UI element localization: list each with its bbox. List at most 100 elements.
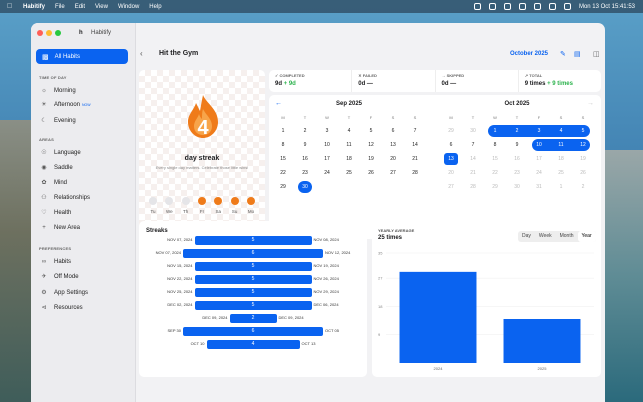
calendar-day[interactable]: 26 [575,168,591,179]
calendar-day[interactable]: 1 [487,126,503,137]
minimize-window-button[interactable] [46,30,52,36]
calendar-day[interactable]: 19 [363,154,379,165]
apple-icon[interactable]:  [7,3,17,10]
note-icon[interactable]: ▤ [574,50,581,58]
control-center-icon[interactable] [563,3,571,10]
month-selector[interactable]: October 2025 [510,51,548,57]
calendar-day[interactable]: 6 [385,126,401,137]
calendar-day[interactable]: 5 [363,126,379,137]
calendar-day[interactable]: 1 [275,126,291,137]
calendar-day[interactable]: 10 [319,140,335,151]
calendar-day[interactable]: 1 [553,182,569,193]
calendar-day[interactable]: 3 [531,126,547,137]
status-icon[interactable] [488,3,496,10]
calendar-day[interactable]: 14 [407,140,423,151]
sidebar-item-afternoon[interactable]: ☀ Afternoon NOW [37,98,127,111]
calendar-day[interactable]: 24 [319,168,335,179]
edit-pencil-icon[interactable]: ✎ [560,50,566,58]
sidebar-item-mind[interactable]: ✿ Mind [37,176,127,189]
wifi-icon[interactable] [533,3,541,10]
calendar-day[interactable]: 2 [297,126,313,137]
calendar-day[interactable]: 9 [509,140,525,151]
calendar-day[interactable]: 20 [443,168,459,179]
calendar-day[interactable]: 21 [407,154,423,165]
calendar-day[interactable]: 19 [575,154,591,165]
status-icon[interactable] [518,3,526,10]
calendar-day[interactable]: 15 [487,154,503,165]
calendar-day[interactable]: 8 [487,140,503,151]
calendar-day[interactable]: 22 [275,168,291,179]
calendar-day[interactable]: 16 [297,154,313,165]
sidebar-item-language[interactable]: ☉ Language [37,146,127,159]
calendar-day[interactable]: 11 [341,140,357,151]
status-icon[interactable] [473,3,481,10]
calendar-day[interactable]: 28 [407,168,423,179]
calendar-day[interactable]: 7 [407,126,423,137]
sidebar-item-all-habits[interactable]: ▩ All Habits [36,49,128,64]
calendar-day[interactable]: 17 [319,154,335,165]
sidebar-item-morning[interactable]: ☼ Morning [37,84,127,97]
menu-help[interactable]: Help [149,4,161,10]
sidebar-toggle-icon[interactable]: ◫ [593,50,600,58]
calendar-day[interactable]: 30 [297,182,313,193]
sidebar-item-evening[interactable]: ☾ Evening [37,114,127,127]
calendar-day[interactable]: 10 [531,140,547,151]
calendar-day[interactable]: 23 [297,168,313,179]
calendar-day[interactable]: 28 [465,182,481,193]
calendar-day[interactable]: 14 [465,154,481,165]
sidebar-item-habits[interactable]: ∞ Habits [37,255,127,268]
close-window-button[interactable] [37,30,43,36]
calendar-day[interactable]: 4 [553,126,569,137]
calendar-day[interactable]: 12 [575,140,591,151]
calendar-day[interactable]: 18 [553,154,569,165]
calendar-day[interactable]: 29 [487,182,503,193]
calendar-day[interactable]: 8 [275,140,291,151]
back-chevron-icon[interactable]: ‹ [140,49,143,58]
year-bar-2025[interactable] [503,319,581,363]
sidebar-item-relationships[interactable]: ⚇ Relationships [37,191,127,204]
calendar-day[interactable]: 24 [531,168,547,179]
menubar-clock[interactable]: Mon 13 Oct 15:41:53 [579,4,635,10]
calendar-day[interactable]: 27 [385,168,401,179]
calendar-day[interactable]: 31 [531,182,547,193]
sidebar-item-off-mode[interactable]: ✈ Off Mode [37,270,127,283]
calendar-day[interactable]: 22 [487,168,503,179]
calendar-day[interactable]: 20 [385,154,401,165]
calendar-day[interactable]: 18 [341,154,357,165]
sidebar-item-app-settings[interactable]: ⚙ App Settings [37,286,127,299]
calendar-day[interactable]: 16 [509,154,525,165]
status-icon[interactable] [503,3,511,10]
calendar-day[interactable]: 2 [509,126,525,137]
sidebar-item-saddle[interactable]: ◉ Saddle [37,161,127,174]
sidebar-item-health[interactable]: ♡ Health [37,206,127,219]
search-icon[interactable] [548,3,556,10]
sidebar-item-new-area[interactable]: + New Area [37,221,127,234]
calendar-day[interactable]: 30 [509,182,525,193]
calendar-day[interactable]: 15 [275,154,291,165]
calendar-day[interactable]: 25 [553,168,569,179]
calendar-day[interactable]: 11 [553,140,569,151]
calendar-day[interactable]: 3 [319,126,335,137]
calendar-day[interactable]: 25 [341,168,357,179]
calendar-day[interactable]: 29 [275,182,291,193]
calendar-day[interactable]: 26 [363,168,379,179]
calendar-day[interactable]: 30 [465,126,481,137]
menu-view[interactable]: View [95,4,108,10]
calendar-day[interactable]: 17 [531,154,547,165]
calendar-day[interactable]: 13 [385,140,401,151]
sidebar-item-resources[interactable]: ⊲ Resources [37,301,127,314]
calendar-day[interactable]: 6 [443,140,459,151]
menu-app-name[interactable]: Habitify [23,4,45,10]
calendar-day[interactable]: 13 [443,154,459,165]
menu-window[interactable]: Window [118,4,139,10]
menu-file[interactable]: File [55,4,65,10]
calendar-day[interactable]: 5 [575,126,591,137]
menu-edit[interactable]: Edit [75,4,85,10]
zoom-window-button[interactable] [55,30,61,36]
calendar-day[interactable]: 29 [443,126,459,137]
calendar-day[interactable]: 7 [465,140,481,151]
calendar-day[interactable]: 23 [509,168,525,179]
calendar-day[interactable]: 12 [363,140,379,151]
calendar-day[interactable]: 21 [465,168,481,179]
calendar-day[interactable]: 2 [575,182,591,193]
